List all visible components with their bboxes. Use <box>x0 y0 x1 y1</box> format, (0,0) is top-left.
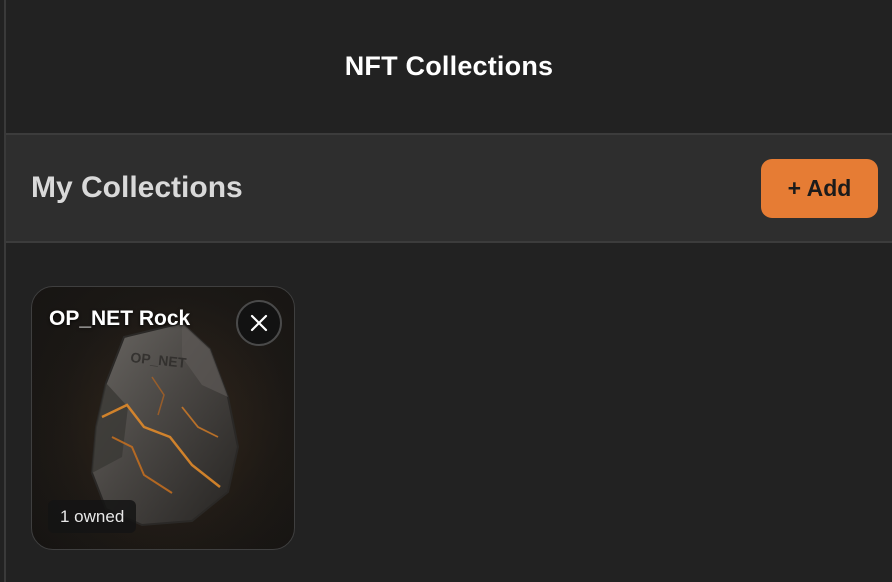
collection-card[interactable]: OP_NET OP_NET Rock 1 owned <box>31 286 295 550</box>
add-collection-button[interactable]: + Add <box>761 159 878 218</box>
owned-count-badge: 1 owned <box>48 500 137 533</box>
remove-collection-button[interactable] <box>236 300 282 346</box>
collection-name: OP_NET Rock <box>49 307 191 330</box>
section-header: My Collections + Add <box>6 133 892 243</box>
page-title: NFT Collections <box>344 51 554 81</box>
close-icon <box>250 314 268 332</box>
app-root: NFT Collections My Collections + Add OP_… <box>0 0 892 582</box>
page-header: NFT Collections <box>6 0 892 133</box>
section-title: My Collections <box>31 171 243 204</box>
